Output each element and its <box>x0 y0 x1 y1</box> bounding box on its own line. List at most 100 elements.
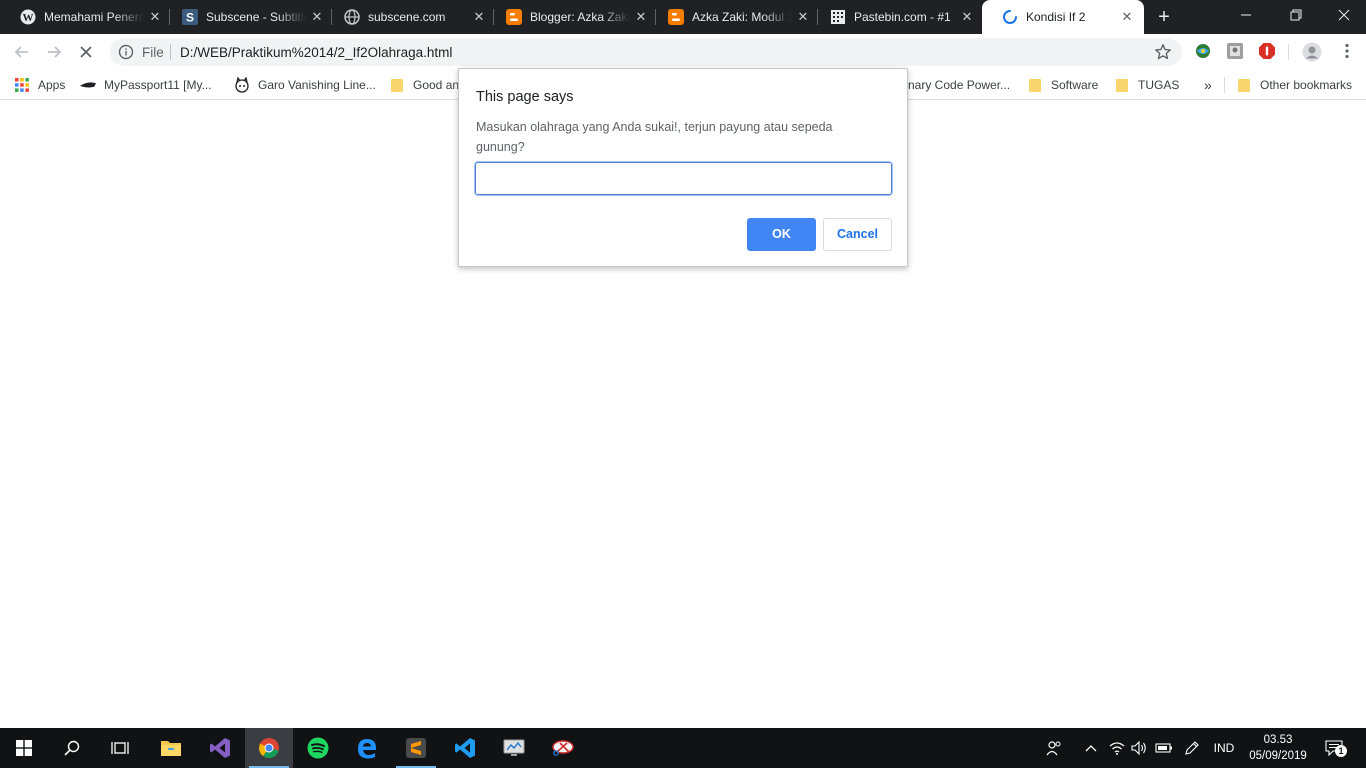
restore-button[interactable] <box>1286 6 1306 26</box>
adblock-icon[interactable] <box>1258 42 1276 60</box>
wifi-icon[interactable] <box>1108 738 1126 758</box>
bookmarks-divider <box>1224 77 1225 93</box>
blogger-icon <box>668 9 684 25</box>
spotify-button[interactable] <box>294 728 342 768</box>
svg-text:S: S <box>186 11 194 25</box>
close-icon[interactable]: ✕ <box>1120 10 1134 24</box>
file-explorer-button[interactable] <box>147 728 195 768</box>
action-center-button[interactable]: 1 <box>1322 738 1347 758</box>
snipping-tool-button[interactable] <box>539 728 587 768</box>
vscode-icon <box>455 738 475 758</box>
scissors-icon <box>552 740 574 756</box>
close-icon[interactable]: ✕ <box>310 10 324 24</box>
tab-title: subscene.com <box>368 10 446 24</box>
info-icon[interactable] <box>118 44 134 60</box>
spotify-icon <box>307 737 329 759</box>
tab-pastebin[interactable]: Pastebin.com - #1 ✕ <box>810 0 982 34</box>
bookmark-label: TUGAS <box>1138 78 1180 92</box>
clock[interactable]: 03.53 05/09/2019 <box>1248 732 1308 764</box>
tab-title: Memahami Penerapan <box>44 10 144 24</box>
back-button[interactable] <box>12 42 32 62</box>
tab-subscene-com[interactable]: subscene.com ✕ <box>324 0 494 34</box>
bookmark-label: Good an <box>413 78 460 92</box>
bookmark-label: Other bookmarks <box>1260 78 1353 92</box>
tab-title: Blogger: Azka Zaki <box>530 10 630 24</box>
chrome-taskbar-button[interactable] <box>245 728 293 768</box>
folder-icon <box>1114 77 1130 93</box>
monitor-app-button[interactable] <box>490 728 538 768</box>
tab-kondisi-if-2[interactable]: Kondisi If 2 ✕ <box>982 0 1144 34</box>
more-menu-icon[interactable] <box>1338 42 1356 60</box>
close-window-button[interactable] <box>1334 6 1354 26</box>
volume-icon[interactable] <box>1130 738 1148 758</box>
edge-button[interactable] <box>343 728 391 768</box>
task-view-button[interactable] <box>96 728 144 768</box>
mascot-icon <box>234 77 250 93</box>
bookmark-star-icon[interactable] <box>1154 43 1172 61</box>
start-button[interactable] <box>0 728 48 768</box>
close-icon[interactable]: ✕ <box>796 10 810 24</box>
pen-icon[interactable] <box>1182 738 1202 758</box>
input-language[interactable]: IND <box>1210 738 1238 758</box>
tab-memahami[interactable]: W Memahami Penerapan ✕ <box>0 0 170 34</box>
task-view-icon <box>111 742 129 754</box>
toolbar-divider <box>1288 44 1289 60</box>
close-icon[interactable]: ✕ <box>960 10 974 24</box>
svg-text:W: W <box>23 12 34 24</box>
bookmarks-overflow-button[interactable]: » <box>1204 76 1212 94</box>
url-text[interactable]: D:/WEB/Praktikum%2014/2_If2Olahraga.html <box>180 45 452 60</box>
bookmark-garo[interactable]: Garo Vanishing Line... <box>234 76 376 94</box>
ok-button[interactable]: OK <box>747 218 816 251</box>
monitor-icon <box>503 739 525 756</box>
clock-date: 05/09/2019 <box>1249 750 1307 762</box>
prompt-dialog: This page says Masukan olahraga yang And… <box>458 68 908 267</box>
bookmark-label: Apps <box>38 78 66 92</box>
blogger-icon <box>506 9 522 25</box>
windows-taskbar: IND 03.53 05/09/2019 1 <box>0 728 1366 768</box>
tab-title: Kondisi If 2 <box>1026 10 1086 24</box>
close-icon[interactable]: ✕ <box>472 10 486 24</box>
sublime-text-button[interactable] <box>392 728 440 768</box>
bookmark-binary-code[interactable]: nary Code Power... <box>908 76 1010 94</box>
pastebin-icon <box>830 9 846 25</box>
profile-avatar-icon[interactable] <box>1302 42 1322 62</box>
folder-icon <box>389 77 405 93</box>
vscode-button[interactable] <box>441 728 489 768</box>
chevron-up-icon[interactable] <box>1082 738 1100 758</box>
bookmark-apps[interactable]: Apps <box>14 76 65 94</box>
people-icon[interactable] <box>1044 738 1064 758</box>
tab-strip: W Memahami Penerapan ✕ S Subscene - Subt… <box>0 0 1366 34</box>
visual-studio-button[interactable] <box>196 728 244 768</box>
sublime-text-icon <box>406 738 426 758</box>
tab-title: Pastebin.com - #1 <box>854 10 951 24</box>
tab-blogger-modul[interactable]: Azka Zaki: Modul 1 ✕ <box>648 0 818 34</box>
windows-logo-icon <box>16 740 32 756</box>
minimize-button[interactable] <box>1236 6 1256 26</box>
cancel-button[interactable]: Cancel <box>823 218 892 251</box>
search-button[interactable] <box>48 728 96 768</box>
prompt-input[interactable] <box>474 161 893 196</box>
bookmark-tugas[interactable]: TUGAS <box>1114 76 1179 94</box>
image-extension-icon[interactable] <box>1226 42 1244 60</box>
bookmark-label: nary Code Power... <box>908 78 1011 92</box>
bookmark-other[interactable]: Other bookmarks <box>1236 76 1352 94</box>
close-icon[interactable]: ✕ <box>634 10 648 24</box>
bookmark-good[interactable]: Good an <box>389 76 459 94</box>
forward-button[interactable] <box>44 42 64 62</box>
close-icon[interactable]: ✕ <box>148 10 162 24</box>
tab-subscene-subtitles[interactable]: S Subscene - Subtitles ✕ <box>162 0 332 34</box>
bookmark-label: Software <box>1051 78 1099 92</box>
chevron-double-right-icon: » <box>1204 77 1212 93</box>
omnibox-divider <box>170 44 171 60</box>
bookmark-mypassport[interactable]: MyPassport11 [My... <box>80 76 212 94</box>
ship-icon <box>80 77 96 93</box>
address-bar[interactable]: File D:/WEB/Praktikum%2014/2_If2Olahraga… <box>110 38 1182 66</box>
battery-icon[interactable] <box>1154 738 1174 758</box>
tab-title: Subscene - Subtitles <box>206 10 306 24</box>
new-tab-button[interactable]: + <box>1154 7 1174 27</box>
bookmark-software[interactable]: Software <box>1027 76 1098 94</box>
stop-loading-button[interactable] <box>76 42 96 62</box>
browser-toolbar: File D:/WEB/Praktikum%2014/2_If2Olahraga… <box>0 34 1366 70</box>
idm-extension-icon[interactable] <box>1194 42 1212 60</box>
tab-blogger-dashboard[interactable]: Blogger: Azka Zaki ✕ <box>486 0 656 34</box>
